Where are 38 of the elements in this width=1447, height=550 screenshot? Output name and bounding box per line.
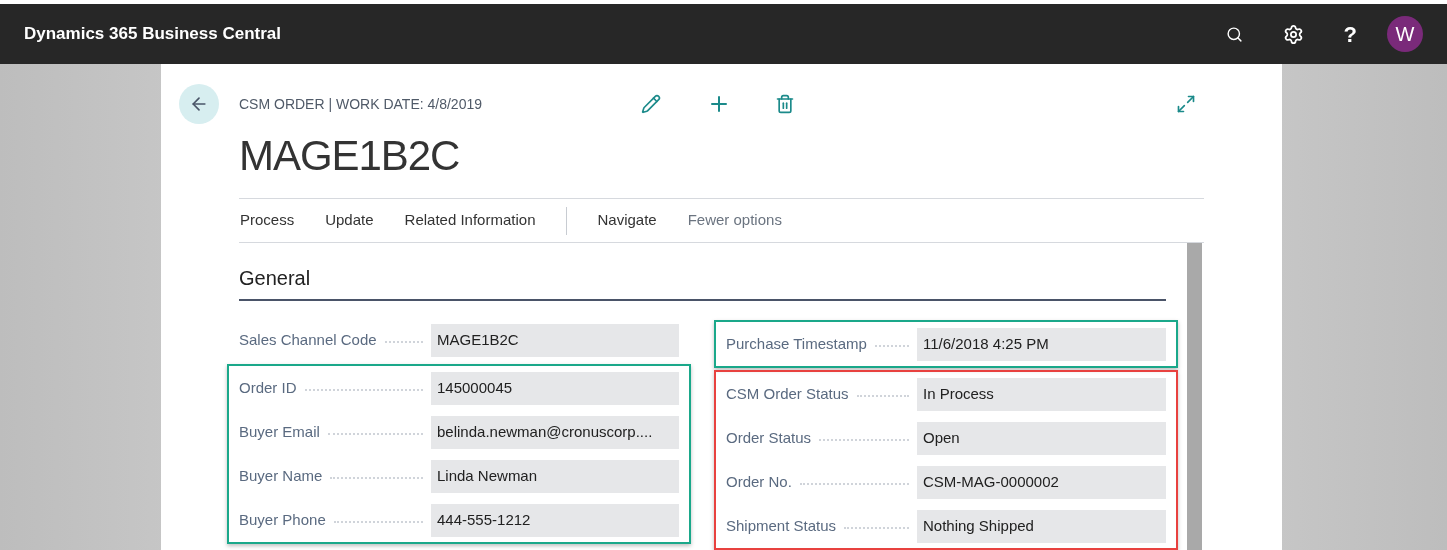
field-value[interactable]: Nothing Shipped	[917, 509, 1166, 543]
action-menu-item[interactable]: Navigate	[597, 209, 657, 232]
search-icon[interactable]	[1225, 25, 1243, 43]
field-label: Purchase Timestamp	[726, 333, 867, 354]
fewer-options-link[interactable]: Fewer options	[687, 209, 782, 232]
user-avatar[interactable]: W	[1387, 16, 1423, 52]
field-value[interactable]: Open	[917, 421, 1166, 455]
action-menu-item[interactable]: Related Information	[404, 209, 536, 232]
field-value[interactable]: 11/6/2018 4:25 PM	[917, 327, 1166, 361]
field-label: CSM Order Status	[726, 383, 849, 404]
action-menu-item[interactable]: Update	[325, 209, 374, 232]
field-label: Buyer Name	[239, 465, 323, 486]
field-label: Buyer Phone	[239, 509, 326, 530]
field-value[interactable]: 444-555-1212	[431, 503, 679, 537]
field-label: Order ID	[239, 377, 297, 398]
field-label: Sales Channel Code	[239, 329, 377, 350]
field-value[interactable]: In Process	[917, 377, 1166, 411]
field-label: Shipment Status	[726, 515, 837, 536]
page-title: MAGE1B2C	[239, 131, 461, 181]
section-heading[interactable]: General	[239, 263, 1166, 301]
field-value[interactable]: 145000045	[431, 371, 679, 405]
edit-icon[interactable]	[641, 94, 661, 114]
app-title: Dynamics 365 Business Central	[24, 23, 281, 46]
field-label: Order No.	[726, 471, 792, 492]
field-label: Buyer Email	[239, 421, 320, 442]
scrollbar[interactable]	[1187, 243, 1202, 550]
action-menu-item[interactable]: Process	[240, 209, 295, 232]
field-label: Order Status	[726, 427, 812, 448]
field-value[interactable]: belinda.newman@cronuscorp....	[431, 415, 679, 449]
settings-icon[interactable]	[1282, 23, 1304, 45]
page-caption: CSM ORDER | WORK DATE: 4/8/2019	[239, 94, 483, 114]
help-button[interactable]: ?	[1343, 17, 1357, 51]
delete-icon[interactable]	[775, 94, 795, 114]
back-button[interactable]	[179, 84, 219, 124]
field-value[interactable]: CSM-MAG-0000002	[917, 465, 1166, 499]
expand-icon[interactable]	[1176, 94, 1196, 114]
field-value[interactable]: MAGE1B2C	[431, 323, 679, 357]
field-value[interactable]: Linda Newman	[431, 459, 679, 493]
